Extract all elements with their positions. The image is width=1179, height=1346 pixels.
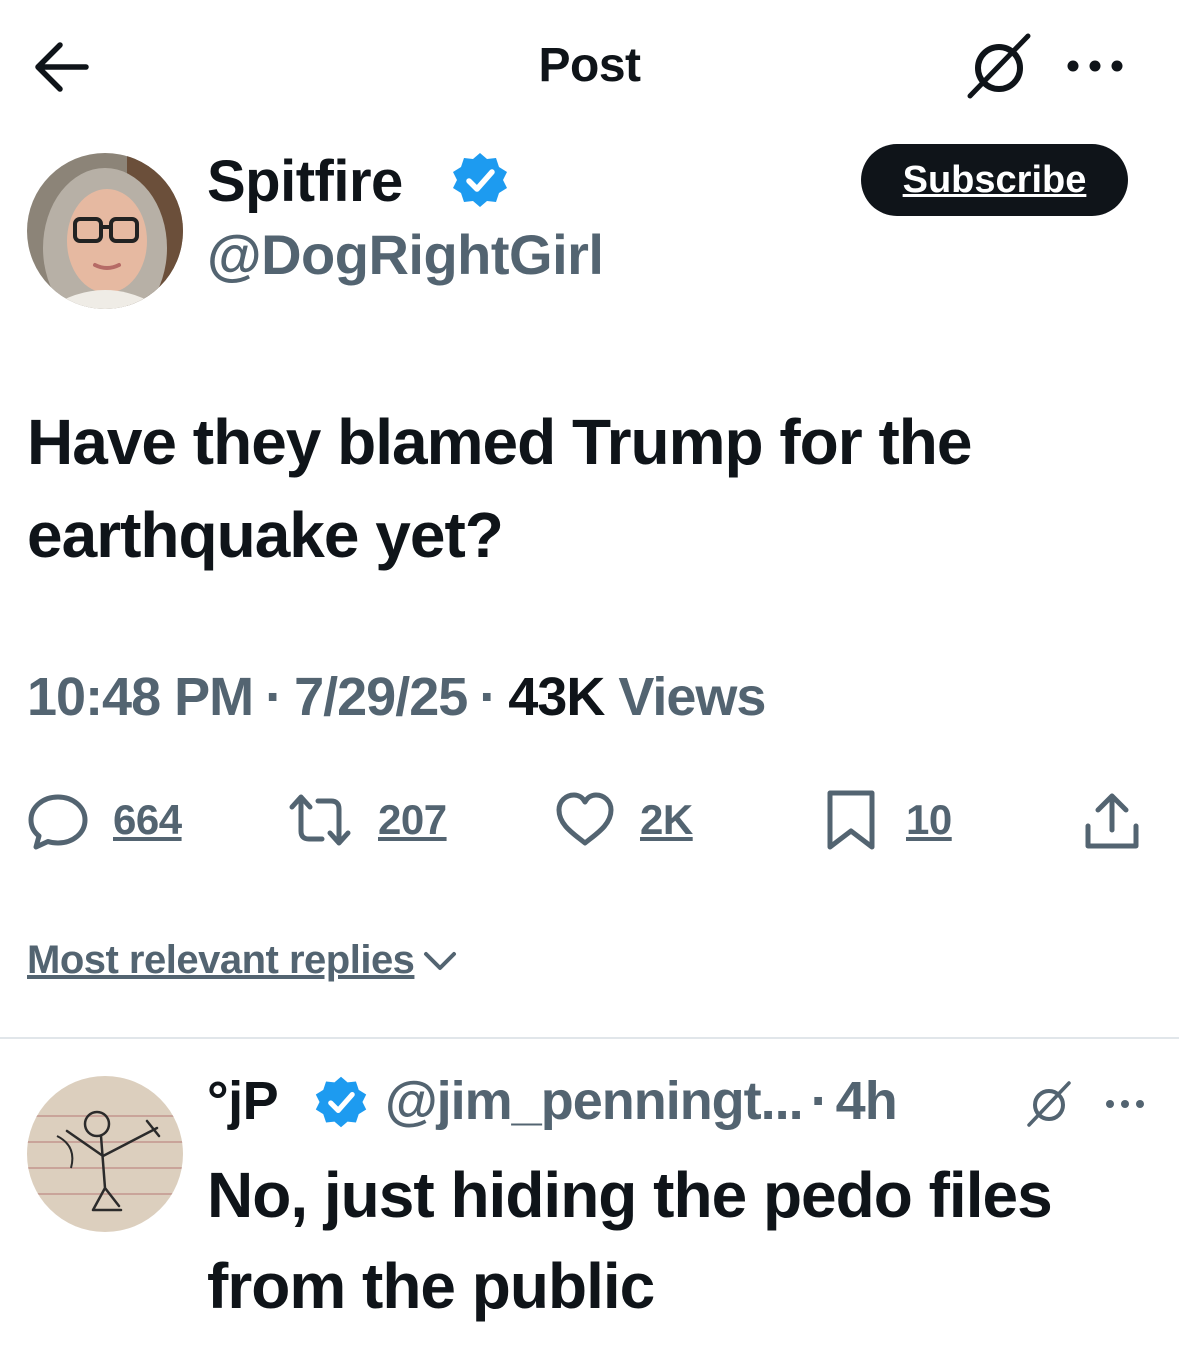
subscribe-button[interactable]: Subscribe bbox=[861, 144, 1128, 216]
post-author: Spitfire @DogRightGirl Subscribe bbox=[0, 130, 1179, 330]
action-bar: 664 207 2K 10 bbox=[0, 780, 1179, 860]
repost-icon bbox=[289, 794, 351, 846]
reply-more-button[interactable] bbox=[1100, 1086, 1150, 1122]
post-meta: 10:48 PM · 7/29/25 · 43K Views bbox=[27, 666, 766, 728]
more-horizontal-icon bbox=[1067, 60, 1123, 72]
more-horizontal-icon bbox=[1106, 1100, 1144, 1108]
post-text: Have they blamed Trump for the earthquak… bbox=[27, 406, 972, 571]
bookmark-count[interactable]: 10 bbox=[906, 796, 952, 844]
reply-grok-button[interactable] bbox=[1022, 1078, 1074, 1130]
replies-sort-dropdown[interactable]: Most relevant replies bbox=[27, 938, 460, 983]
heart-icon bbox=[556, 792, 614, 846]
reply-handle-time[interactable]: @jim_penningt... · 4h bbox=[385, 1070, 898, 1132]
reply-author-avatar[interactable] bbox=[27, 1076, 183, 1232]
bookmark-button[interactable]: 10 bbox=[820, 780, 952, 860]
grok-icon bbox=[967, 33, 1031, 99]
author-avatar[interactable] bbox=[27, 153, 183, 309]
top-bar: Post bbox=[0, 0, 1179, 130]
reply-button[interactable]: 664 bbox=[27, 780, 182, 860]
verified-badge-icon bbox=[453, 153, 507, 207]
reply-display-name[interactable]: °jP bbox=[207, 1070, 279, 1132]
post-time[interactable]: 10:48 PM bbox=[27, 667, 254, 727]
author-handle[interactable]: @DogRightGirl bbox=[207, 222, 604, 287]
author-display-name[interactable]: Spitfire bbox=[207, 148, 403, 215]
share-icon bbox=[1085, 793, 1139, 849]
reply-time[interactable]: 4h bbox=[836, 1071, 898, 1131]
grok-icon bbox=[1027, 1081, 1071, 1127]
meta-separator: · bbox=[479, 667, 497, 727]
grok-button[interactable] bbox=[962, 30, 1034, 102]
verified-badge-icon bbox=[315, 1076, 367, 1128]
views-label[interactable]: Views bbox=[618, 667, 766, 727]
more-options-button[interactable] bbox=[1060, 40, 1130, 92]
reply-text: No, just hiding the pedo files from the … bbox=[207, 1159, 1053, 1322]
reply-count[interactable]: 664 bbox=[113, 796, 182, 844]
like-button[interactable]: 2K bbox=[554, 780, 693, 860]
chevron-down-icon bbox=[424, 951, 457, 970]
like-count[interactable]: 2K bbox=[640, 796, 693, 844]
share-button[interactable] bbox=[1080, 780, 1144, 860]
reply-handle[interactable]: @jim_penningt... bbox=[385, 1071, 804, 1131]
repost-button[interactable]: 207 bbox=[286, 780, 447, 860]
post-date[interactable]: 7/29/25 bbox=[294, 667, 468, 727]
views-count[interactable]: 43K bbox=[508, 667, 605, 727]
replies-sort-label: Most relevant replies bbox=[27, 938, 415, 982]
reply-separator: · bbox=[810, 1071, 829, 1131]
divider bbox=[0, 1037, 1179, 1039]
bookmark-icon bbox=[827, 790, 875, 850]
repost-count[interactable]: 207 bbox=[378, 796, 447, 844]
reply-icon bbox=[28, 794, 88, 850]
meta-separator: · bbox=[265, 667, 283, 727]
